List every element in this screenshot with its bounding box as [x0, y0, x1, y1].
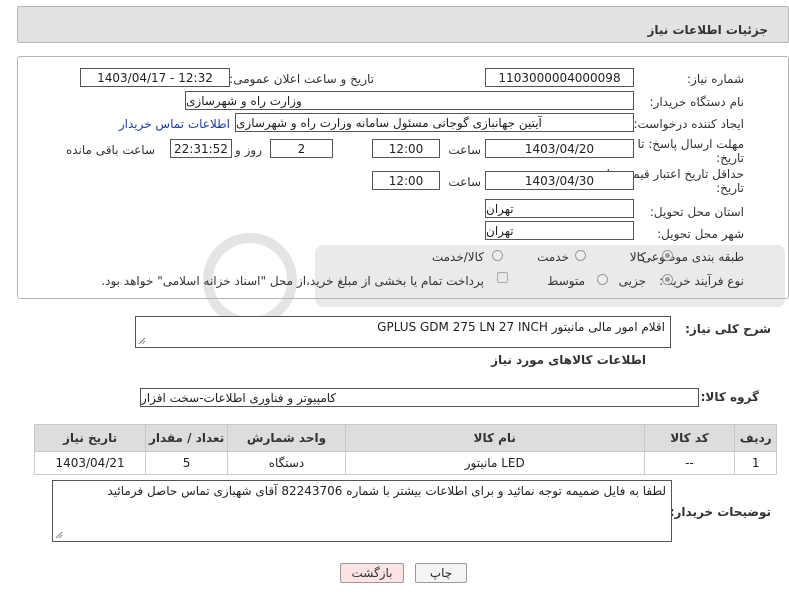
price-validity-date-label: تاریخ:: [716, 181, 744, 195]
items-table: تاریخ نیاز تعداد / مقدار واحد شمارش واحد…: [33, 424, 777, 475]
header-bar: جزئیات اطلاعات نیاز: [17, 6, 789, 43]
treasury-note: پرداخت تمام یا بخشی از مبلغ خرید،از محل …: [101, 274, 484, 288]
col-unit: واحد شمارش: [227, 424, 346, 452]
city-label: شهر محل تحویل:: [657, 227, 744, 241]
validity-time-field: 12:00: [372, 171, 440, 190]
treasury-checkbox[interactable]: [497, 272, 508, 283]
resize-grip-icon[interactable]: [55, 531, 63, 539]
days-remaining-field: 2: [270, 139, 333, 158]
summary-field: اقلام امور مالی مانیتور GPLUS GDM 275 LN…: [135, 316, 671, 348]
need-number-field: 1103000004000098: [485, 68, 634, 87]
buyer-notes-field: لطفا به فایل ضمیمه توجه نمائید و برای اط…: [52, 480, 672, 542]
purchase-medium-label: متوسط: [547, 274, 585, 288]
reply-time-field: 12:00: [372, 139, 440, 158]
validity-hour-label: ساعت: [448, 175, 481, 189]
requester-field: آیتین جهانبازی گوجانی مسئول سامانه وزارت…: [235, 113, 634, 132]
print-button[interactable]: چاپ: [415, 563, 467, 583]
time-remaining-field: 22:31:52: [170, 139, 232, 158]
validity-date-field: 1403/04/30: [485, 171, 634, 190]
reply-hour-label: ساعت: [448, 143, 481, 157]
summary-text: اقلام امور مالی مانیتور GPLUS GDM 275 LN…: [377, 320, 665, 334]
category-service-label: خدمت: [537, 250, 569, 264]
reply-deadline-label: مهلت ارسال پاسخ: تا: [637, 137, 744, 151]
col-item-code: کد کالا: [643, 424, 736, 452]
province-field: تهران: [485, 199, 634, 218]
category-goods-service-label: کالا/خدمت: [431, 250, 484, 264]
buyer-org-label: نام دستگاه خریدار:: [649, 95, 745, 109]
summary-label: شرح کلی نیاز:: [685, 322, 771, 336]
category-goods-radio[interactable]: [662, 250, 673, 261]
buyer-org-field: وزارت راه و شهرسازی: [185, 91, 634, 110]
goods-group-label: گروه کالا:: [700, 390, 759, 404]
table-header-row: تاریخ نیاز تعداد / مقدار واحد شمارش واحد…: [33, 424, 777, 452]
cell-row-number: 1: [734, 451, 777, 475]
reply-deadline-date-label: تاریخ:: [716, 151, 744, 165]
category-goods-label: کالا: [629, 250, 646, 264]
purchase-medium-radio[interactable]: [597, 274, 608, 285]
time-remaining-label: ساعت باقی مانده: [65, 143, 155, 157]
need-number-label: شماره نیاز:: [687, 72, 744, 86]
cell-item-code: --: [643, 451, 736, 475]
announce-date-label: تاریخ و ساعت اعلان عمومی:: [229, 72, 374, 86]
goods-group-field: کامپیوتر و فناوری اطلاعات-سخت افزار: [140, 388, 699, 407]
goods-section-title: اطلاعات کالاهای مورد نیاز: [491, 353, 646, 367]
city-field: تهران: [485, 221, 634, 240]
announce-date-field: 1403/04/17 - 12:32: [80, 68, 230, 87]
category-goods-service-radio[interactable]: [492, 250, 503, 261]
col-item-name: نام کالا: [344, 424, 645, 452]
category-service-radio[interactable]: [575, 250, 586, 261]
buyer-contact-link[interactable]: اطلاعات تماس خریدار: [119, 117, 230, 131]
col-row-number: ردیف: [734, 424, 777, 452]
purchase-minor-radio[interactable]: [662, 274, 673, 285]
page-title: جزئیات اطلاعات نیاز: [647, 23, 768, 37]
col-need-date: تاریخ نیاز: [33, 424, 147, 452]
buyer-notes-text: لطفا به فایل ضمیمه توجه نمائید و برای اط…: [107, 484, 666, 498]
cell-quantity: 5: [145, 451, 229, 475]
resize-grip-icon[interactable]: [138, 337, 146, 345]
table-row: 1403/04/21 5 دستگاه مانیتور LED -- 1: [33, 451, 777, 475]
reply-date-field: 1403/04/20: [485, 139, 634, 158]
purchase-minor-label: جزیی: [618, 274, 646, 288]
cell-unit: دستگاه: [227, 451, 346, 475]
back-button[interactable]: بازگشت: [340, 563, 404, 583]
category-label: طبقه بندی موضوعی:: [637, 250, 744, 264]
days-label: روز و: [235, 143, 262, 157]
province-label: استان محل تحویل:: [649, 205, 744, 219]
col-quantity: تعداد / مقدار: [145, 424, 229, 452]
buyer-notes-label: توضیحات خریدار:: [669, 505, 771, 519]
cell-need-date: 1403/04/21: [33, 451, 147, 475]
cell-item-name: مانیتور LED: [344, 451, 645, 475]
requester-label: ایجاد کننده درخواست:: [633, 117, 744, 131]
